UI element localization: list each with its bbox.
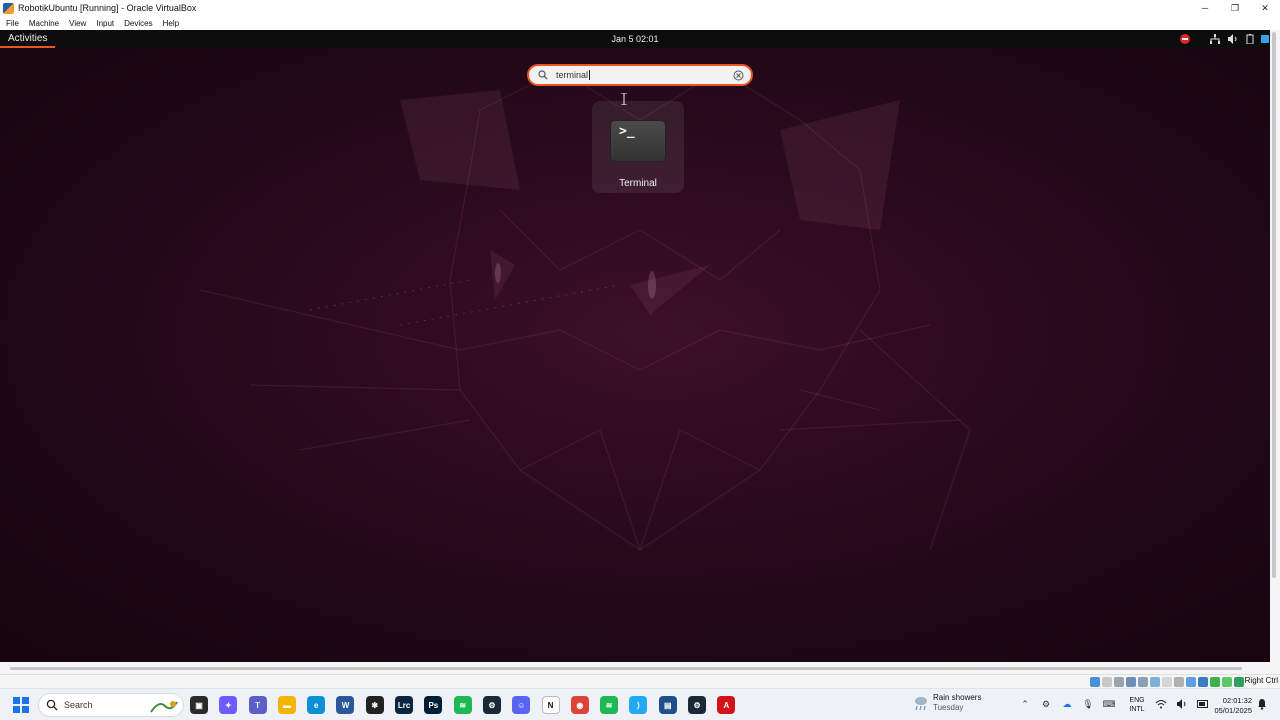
- scrollbar-thumb[interactable]: [10, 667, 1242, 670]
- lightroom-app-icon[interactable]: Lrc: [395, 696, 414, 714]
- globe-icon[interactable]: [1234, 677, 1244, 687]
- search-input-value: terminal: [556, 69, 589, 80]
- copilot-app-icon[interactable]: ✦: [219, 696, 238, 714]
- horizontal-scrollbar[interactable]: [0, 662, 1280, 674]
- spotify-app-icon[interactable]: ≋: [453, 696, 472, 714]
- pinned-apps: ▣ ✦ T ▬ e W ✱ Lrc Ps ≋ ⚙ ☺ N ◉ ≋ ⟩ ▤ ⚙ A: [190, 696, 747, 714]
- menu-devices[interactable]: Devices: [124, 19, 152, 28]
- window-title: RobotikUbuntu [Running] - Oracle Virtual…: [18, 3, 197, 13]
- rain-icon: [915, 697, 927, 711]
- language-indicator[interactable]: ENG INTL: [1126, 696, 1148, 714]
- audio-icon[interactable]: [1114, 677, 1124, 687]
- microphone-icon[interactable]: 🎙: [1081, 697, 1095, 711]
- menu-help[interactable]: Help: [163, 19, 179, 28]
- discord-app-icon[interactable]: ☺: [512, 696, 531, 714]
- onedrive-icon[interactable]: ☁: [1060, 697, 1074, 711]
- recording-icon[interactable]: [1174, 677, 1184, 687]
- search-icon: [536, 68, 550, 82]
- search-highlight-icon: [150, 701, 178, 713]
- menu-machine[interactable]: Machine: [29, 19, 59, 28]
- clock-date: 05/01/2025: [1214, 706, 1252, 715]
- optical-drive-icon[interactable]: [1102, 677, 1112, 687]
- restore-button[interactable]: ❐: [1220, 0, 1250, 16]
- terminal-icon: >_: [610, 120, 666, 162]
- word-app-icon[interactable]: W: [336, 696, 355, 714]
- menu-view[interactable]: View: [69, 19, 86, 28]
- cpu-icon[interactable]: [1186, 677, 1196, 687]
- search-input[interactable]: terminal: [556, 69, 591, 81]
- vscode-app-icon[interactable]: ⟩: [629, 696, 648, 714]
- ubuntu-clock[interactable]: Jan 5 02:01: [0, 30, 1270, 48]
- task-view-app-icon[interactable]: ▣: [190, 696, 208, 714]
- spotify-2-app-icon[interactable]: ≋: [600, 696, 619, 714]
- clear-search-icon[interactable]: [732, 69, 745, 82]
- taskbar-clock[interactable]: 02:01:32 05/01/2025: [1204, 696, 1252, 716]
- notion-app-icon[interactable]: N: [541, 696, 560, 714]
- virtualbox-app-icon: [3, 2, 14, 14]
- start-button[interactable]: [13, 697, 29, 713]
- photoshop-app-icon[interactable]: Ps: [424, 696, 443, 714]
- notification-bell-icon[interactable]: [1256, 698, 1268, 710]
- weather-condition: Rain showers: [933, 693, 982, 702]
- vbox-status-bar: Right Ctrl: [0, 674, 1280, 688]
- chevron-up-icon[interactable]: ⌃: [1018, 697, 1032, 711]
- scrollbar-thumb[interactable]: [1272, 32, 1276, 578]
- language-code: ENG: [1129, 697, 1145, 704]
- battery-icon[interactable]: [1246, 34, 1254, 44]
- weather-widget[interactable]: Rain showers Tuesday: [912, 693, 981, 713]
- host-title-bar: RobotikUbuntu [Running] - Oracle Virtual…: [0, 0, 1280, 16]
- shared-folder-icon[interactable]: [1150, 677, 1160, 687]
- ubuntu-system-tray[interactable]: [1180, 30, 1270, 48]
- vertical-scrollbar[interactable]: [1270, 30, 1280, 662]
- network-icon[interactable]: [1210, 34, 1220, 44]
- ubuntu-top-bar: Activities Jan 5 02:01: [0, 30, 1270, 48]
- keyboard-capture-icon[interactable]: [1210, 677, 1220, 687]
- arrow-icon[interactable]: [1222, 677, 1232, 687]
- mouse-ibeam-cursor-icon: [621, 93, 627, 105]
- menu-file[interactable]: File: [6, 19, 19, 28]
- search-icon: [46, 699, 58, 711]
- speaker-icon[interactable]: [1175, 697, 1189, 711]
- taskbar-search-placeholder: Search: [64, 700, 93, 710]
- usb-icon[interactable]: [1138, 677, 1148, 687]
- virtualbox-app-icon[interactable]: ▤: [658, 696, 677, 714]
- minimize-button[interactable]: ─: [1190, 0, 1220, 16]
- windows-taskbar: Search ▣ ✦ T ▬ e W ✱ Lrc Ps ≋ ⚙ ☺ N ◉ ≋ ⟩ ▤ ⚙ A Rain showe…: [0, 688, 1280, 720]
- display-icon[interactable]: [1162, 677, 1172, 687]
- steam-app-icon[interactable]: ⚙: [482, 696, 501, 714]
- terminal-glyph: >_: [619, 124, 635, 139]
- hard-disk-icon[interactable]: [1090, 677, 1100, 687]
- mouse-integration-icon[interactable]: [1198, 677, 1208, 687]
- close-button[interactable]: ✕: [1250, 0, 1280, 16]
- edge-app-icon[interactable]: e: [307, 696, 326, 714]
- menu-input[interactable]: Input: [96, 19, 114, 28]
- windows-system-tray: ⌃ ⚙ ☁ 🎙 ⌨: [1018, 697, 1123, 711]
- vpn-icon[interactable]: ⚙: [1039, 697, 1053, 711]
- file-explorer-app-icon[interactable]: ▬: [277, 696, 296, 714]
- weather-day: Tuesday: [933, 703, 964, 712]
- wifi-icon[interactable]: [1154, 697, 1168, 711]
- text-caret: [589, 70, 591, 81]
- keyboard-layout: INTL: [1129, 706, 1145, 713]
- taskbar-search[interactable]: Search: [38, 693, 184, 717]
- network-adapter-icon[interactable]: [1126, 677, 1136, 687]
- acrobat-app-icon[interactable]: A: [717, 696, 736, 714]
- guest-screen[interactable]: Activities Jan 5 02:01 terminal >_ Termi…: [0, 30, 1270, 662]
- result-label: Terminal: [619, 178, 657, 189]
- ai-app-app-icon[interactable]: ✱: [365, 696, 384, 714]
- volume-icon[interactable]: [1228, 34, 1238, 44]
- steam-2-app-icon[interactable]: ⚙: [688, 696, 707, 714]
- host-key-label: Right Ctrl: [1244, 676, 1278, 685]
- teams-app-icon[interactable]: T: [248, 696, 267, 714]
- vbox-device-icons: [1088, 677, 1244, 687]
- window-controls: ─ ❐ ✕: [1190, 0, 1280, 16]
- search-result-terminal[interactable]: >_ Terminal: [592, 101, 684, 193]
- overview-search-box[interactable]: terminal: [527, 64, 753, 86]
- chrome-app-icon[interactable]: ◉: [570, 696, 589, 714]
- keyboard-icon[interactable]: ⌨: [1102, 697, 1116, 711]
- vbox-menu-bar: File Machine View Input Devices Help: [0, 16, 1280, 30]
- do-not-disturb-icon[interactable]: [1180, 34, 1190, 44]
- power-menu-icon[interactable]: [1260, 34, 1270, 44]
- clock-time: 02:01:32: [1222, 696, 1252, 705]
